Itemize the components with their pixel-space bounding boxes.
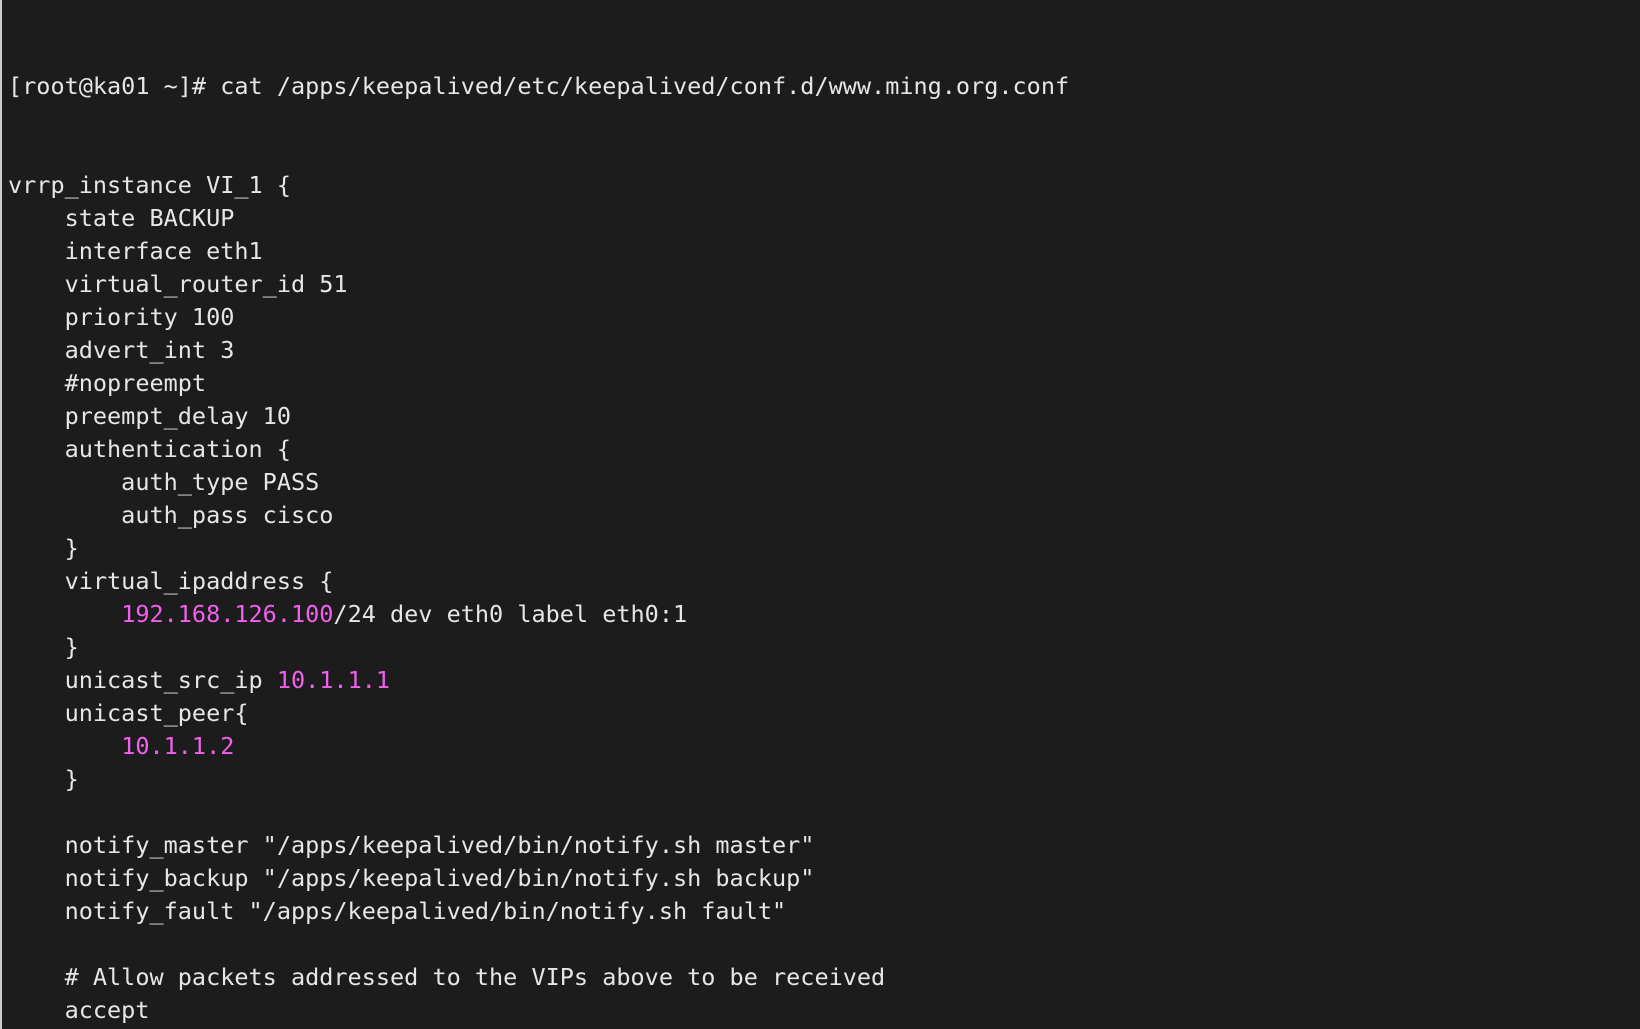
- config-line: }: [8, 633, 79, 661]
- config-line: notify_fault "/apps/keepalived/bin/notif…: [8, 897, 787, 925]
- config-line: # Allow packets addressed to the VIPs ab…: [8, 963, 886, 991]
- config-line-prefix: [8, 732, 121, 760]
- ip-address: 192.168.126.100: [121, 600, 334, 628]
- config-line: advert_int 3: [8, 336, 235, 364]
- config-line: virtual_router_id 51: [8, 270, 348, 298]
- config-line: authentication {: [8, 435, 291, 463]
- ip-address: 10.1.1.2: [121, 732, 235, 760]
- config-line-prefix: [8, 600, 121, 628]
- config-line: state BACKUP: [8, 204, 235, 232]
- command-line: [root@ka01 ~]# cat /apps/keepalived/etc/…: [8, 72, 1070, 100]
- config-line: notify_master "/apps/keepalived/bin/noti…: [8, 831, 815, 859]
- config-line: unicast_peer{: [8, 699, 249, 727]
- ip-address: 10.1.1.1: [276, 666, 391, 694]
- config-line-prefix: unicast_src_ip: [8, 666, 277, 694]
- config-line: priority 100: [8, 303, 235, 331]
- terminal-screen[interactable]: [root@ka01 ~]# cat /apps/keepalived/etc/…: [2, 0, 1640, 1029]
- config-line: unicast_src_ip 10.1.1.1: [8, 664, 1640, 697]
- config-line-suffix: /24 dev eth0 label eth0:1: [333, 600, 688, 628]
- config-line: }: [8, 765, 79, 793]
- config-line: }: [8, 534, 79, 562]
- terminal-window[interactable]: [root@ka01 ~]# cat /apps/keepalived/etc/…: [0, 0, 1640, 1029]
- config-line: [8, 796, 1640, 829]
- config-line: notify_backup "/apps/keepalived/bin/noti…: [8, 864, 815, 892]
- config-line: [8, 928, 1640, 961]
- config-line: interface eth1: [8, 237, 263, 265]
- config-line: 10.1.1.2: [8, 730, 1640, 763]
- config-line: accept: [8, 996, 150, 1024]
- config-line: #nopreempt: [8, 369, 207, 397]
- config-line: auth_pass cisco: [8, 501, 334, 529]
- config-line: auth_type PASS: [8, 468, 320, 496]
- file-output: vrrp_instance VI_1 { state BACKUP interf…: [8, 169, 1640, 1029]
- config-line: 192.168.126.100/24 dev eth0 label eth0:1: [8, 598, 1640, 631]
- config-line: virtual_ipaddress {: [8, 567, 334, 595]
- config-line: vrrp_instance VI_1 {: [8, 171, 291, 199]
- config-line: preempt_delay 10: [8, 402, 291, 430]
